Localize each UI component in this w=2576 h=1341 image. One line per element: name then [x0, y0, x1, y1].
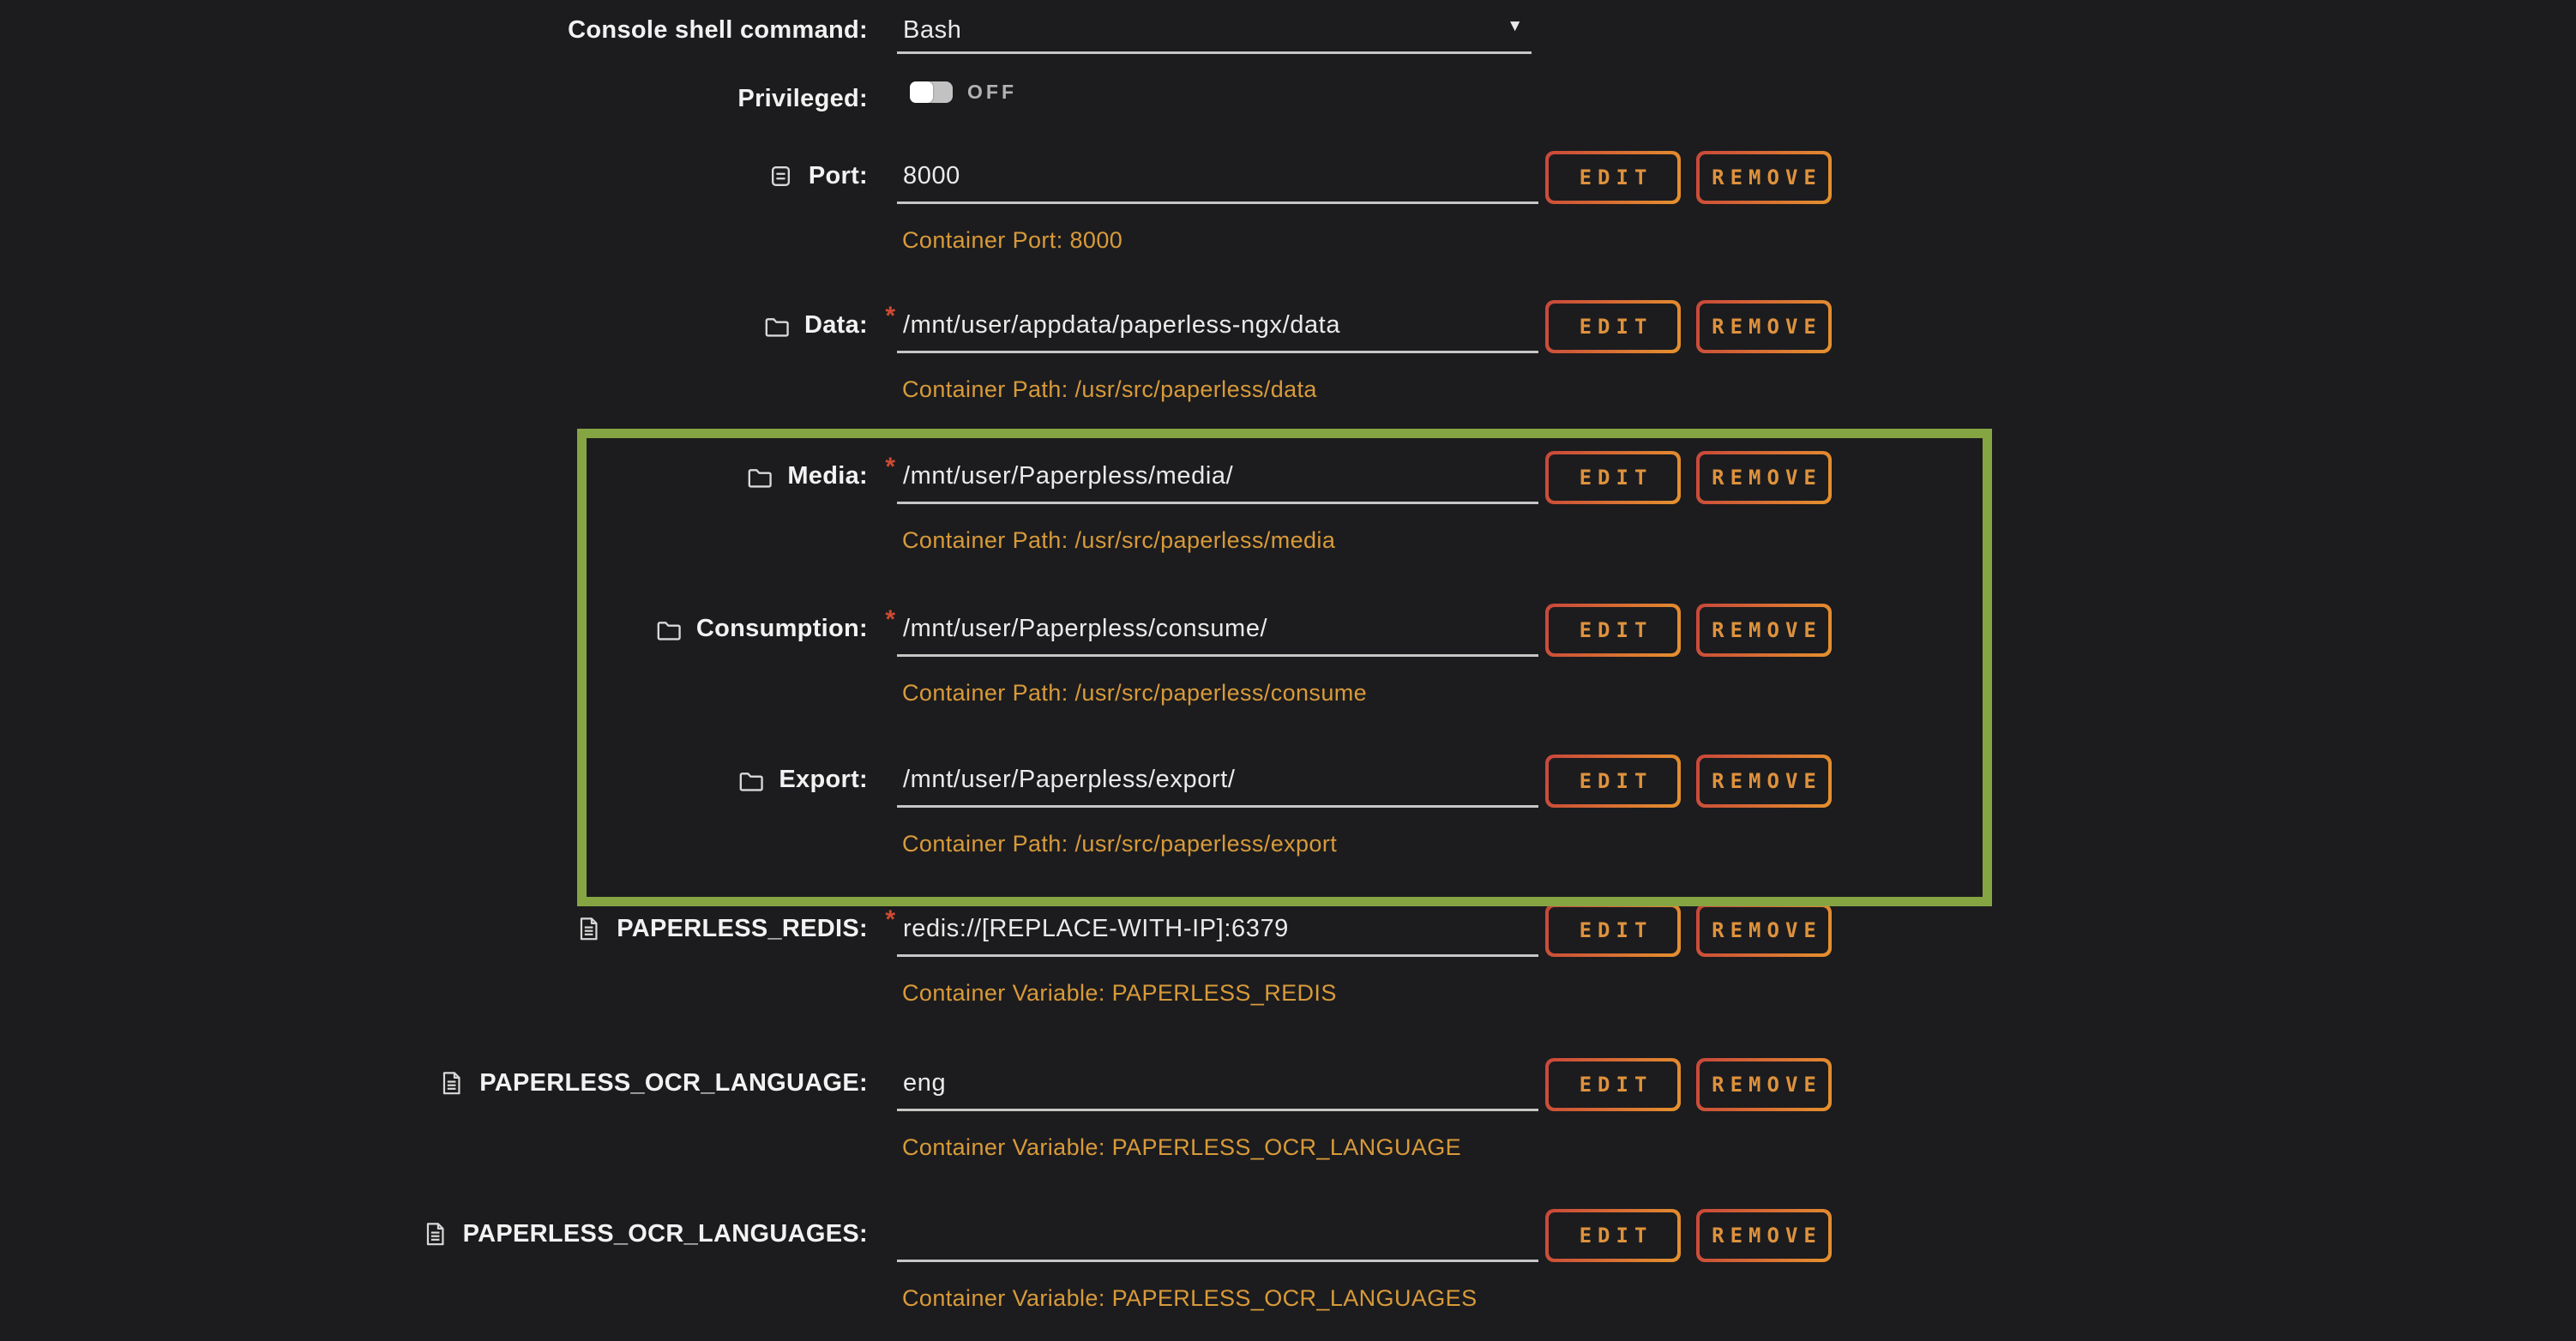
field-row-data: Data: * /mnt/user/appdata/paperless-ngx/…	[0, 300, 2576, 353]
edit-button[interactable]: EDIT	[1545, 904, 1681, 957]
edit-button[interactable]: EDIT	[1545, 1058, 1681, 1111]
consumption-value-input[interactable]: /mnt/user/Paperpless/consume/	[897, 604, 1538, 657]
container-mapping-helper: Container Path: /usr/src/paperless/consu…	[902, 677, 1367, 708]
port-icon	[767, 162, 795, 190]
privileged-state-label: OFF	[967, 81, 1017, 103]
toggle-knob	[910, 81, 933, 103]
paperless-ocr-language-value-input[interactable]: eng	[897, 1058, 1538, 1111]
container-mapping-helper: Container Variable: PAPERLESS_OCR_LANGUA…	[902, 1283, 1478, 1314]
shell-command-row: Console shell command: Bash ▼	[0, 5, 2576, 58]
privileged-toggle[interactable]	[910, 81, 953, 103]
remove-button[interactable]: REMOVE	[1696, 604, 1832, 657]
required-asterisk: *	[885, 302, 895, 331]
document-icon	[575, 915, 603, 943]
document-icon	[437, 1069, 466, 1097]
paperless-ocr-languages-value-input[interactable]	[897, 1209, 1538, 1262]
edit-button[interactable]: EDIT	[1545, 151, 1681, 204]
edit-button[interactable]: EDIT	[1545, 300, 1681, 353]
remove-button[interactable]: REMOVE	[1696, 1058, 1832, 1111]
shell-command-select[interactable]: Bash ▼	[897, 5, 1532, 54]
export-value-input[interactable]: /mnt/user/Paperpless/export/	[897, 755, 1538, 808]
field-row-paperless-ocr-languages: PAPERLESS_OCR_LANGUAGES: EDIT REMOVE Con…	[0, 1209, 2576, 1262]
required-asterisk: *	[885, 453, 895, 482]
required-asterisk: *	[885, 905, 895, 935]
edit-button[interactable]: EDIT	[1545, 451, 1681, 504]
field-row-port: Port: 8000 EDIT REMOVE Container Port: 8…	[0, 151, 2576, 204]
privileged-row: Privileged: OFF	[0, 74, 2576, 111]
data-value-input[interactable]: /mnt/user/appdata/paperless-ngx/data	[897, 300, 1538, 353]
port-value-input[interactable]: 8000	[897, 151, 1538, 204]
edit-button[interactable]: EDIT	[1545, 604, 1681, 657]
remove-button[interactable]: REMOVE	[1696, 755, 1832, 808]
shell-command-label: Console shell command:	[568, 16, 868, 45]
field-row-paperless-ocr-language: PAPERLESS_OCR_LANGUAGE: eng EDIT REMOVE …	[0, 1058, 2576, 1111]
field-row-consumption: Consumption: * /mnt/user/Paperpless/cons…	[0, 604, 2576, 657]
required-asterisk: *	[885, 605, 895, 634]
folder-icon	[762, 311, 791, 340]
media-value-input[interactable]: /mnt/user/Paperpless/media/	[897, 451, 1538, 504]
container-mapping-helper: Container Path: /usr/src/paperless/expor…	[902, 828, 1337, 859]
docker-template-settings-page: Console shell command: Bash ▼ Privileged…	[0, 0, 2576, 1341]
folder-icon	[654, 615, 683, 643]
container-mapping-helper: Container Variable: PAPERLESS_OCR_LANGUA…	[902, 1132, 1461, 1163]
field-row-export: Export: /mnt/user/Paperpless/export/ EDI…	[0, 755, 2576, 808]
folder-icon	[745, 462, 773, 490]
privileged-label: Privileged:	[737, 85, 868, 113]
field-row-paperless-redis: PAPERLESS_REDIS: * redis://[REPLACE-WITH…	[0, 904, 2576, 957]
privileged-label-cell: Privileged:	[0, 74, 868, 117]
field-row-media: Media: * /mnt/user/Paperpless/media/ EDI…	[0, 451, 2576, 504]
container-mapping-helper: Container Path: /usr/src/paperless/data	[902, 374, 1317, 405]
paperless-redis-value-input[interactable]: redis://[REPLACE-WITH-IP]:6379	[897, 904, 1538, 957]
chevron-down-icon: ▼	[1507, 17, 1523, 36]
shell-command-label-cell: Console shell command:	[0, 5, 868, 49]
container-mapping-helper: Container Variable: PAPERLESS_REDIS	[902, 977, 1337, 1008]
remove-button[interactable]: REMOVE	[1696, 300, 1832, 353]
remove-button[interactable]: REMOVE	[1696, 1209, 1832, 1262]
edit-button[interactable]: EDIT	[1545, 1209, 1681, 1262]
container-mapping-helper: Container Path: /usr/src/paperless/media	[902, 525, 1335, 556]
container-mapping-helper: Container Port: 8000	[902, 225, 1122, 256]
shell-command-value: Bash	[903, 11, 962, 49]
edit-button[interactable]: EDIT	[1545, 755, 1681, 808]
document-icon	[421, 1220, 449, 1248]
folder-icon	[737, 766, 765, 794]
remove-button[interactable]: REMOVE	[1696, 904, 1832, 957]
remove-button[interactable]: REMOVE	[1696, 151, 1832, 204]
remove-button[interactable]: REMOVE	[1696, 451, 1832, 504]
